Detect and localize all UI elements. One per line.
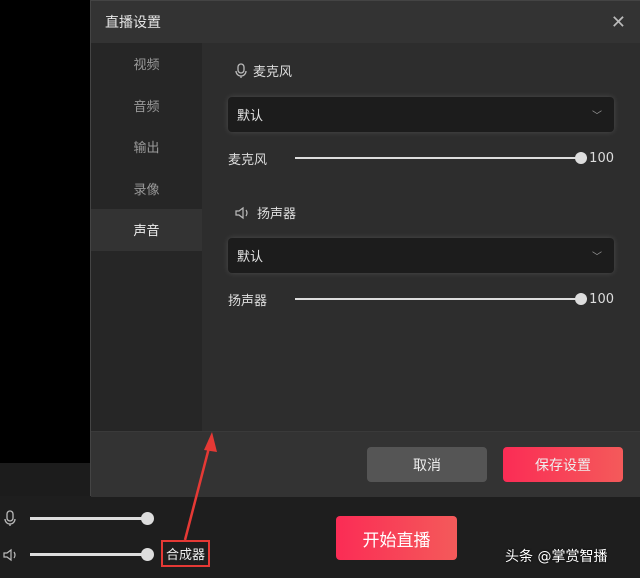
preview-bottom bbox=[0, 463, 92, 497]
dialog-header: 直播设置 ✕ bbox=[91, 1, 640, 43]
microphone-device-select[interactable]: 默认 ﹀ bbox=[228, 97, 614, 132]
speaker-volume-slider[interactable] bbox=[295, 298, 580, 300]
speaker-icon bbox=[235, 206, 248, 219]
chevron-down-icon: ﹀ bbox=[592, 111, 602, 122]
close-icon[interactable]: ✕ bbox=[611, 12, 626, 33]
save-settings-button[interactable]: 保存设置 bbox=[503, 447, 623, 482]
speaker-volume-row: 扬声器 100 bbox=[228, 289, 614, 309]
settings-sidebar: 视频 音频 输出 录像 声音 bbox=[91, 43, 202, 431]
sidebar-item-recording[interactable]: 录像 bbox=[91, 168, 202, 210]
slider-handle[interactable] bbox=[141, 548, 154, 561]
microphone-device-value: 默认 bbox=[237, 109, 264, 124]
dialog-title: 直播设置 bbox=[105, 15, 161, 31]
bottom-speaker-volume-slider[interactable] bbox=[30, 548, 154, 561]
dialog-footer: 取消 保存设置 bbox=[91, 431, 640, 497]
sidebar-item-audio[interactable]: 音频 bbox=[91, 85, 202, 127]
cancel-button[interactable]: 取消 bbox=[367, 447, 487, 482]
speaker-volume-handle[interactable] bbox=[575, 293, 587, 305]
speaker-section-label: 扬声器 bbox=[257, 207, 297, 222]
microphone-volume-slider[interactable] bbox=[295, 157, 580, 159]
sidebar-item-sound[interactable]: 声音 bbox=[91, 209, 202, 251]
bottom-mic-icon bbox=[4, 510, 16, 526]
microphone-volume-label: 麦克风 bbox=[228, 152, 268, 168]
sound-settings: 麦克风 默认 ﹀ 麦克风 100 扬声器 默认 ﹀ 扬声器 100 bbox=[202, 43, 640, 431]
chevron-down-icon: ﹀ bbox=[592, 252, 602, 263]
speaker-device-select[interactable]: 默认 ﹀ bbox=[228, 238, 614, 273]
slider-handle[interactable] bbox=[141, 512, 154, 525]
microphone-volume-row: 麦克风 100 bbox=[228, 148, 614, 168]
microphone-volume-handle[interactable] bbox=[575, 152, 587, 164]
microphone-volume-value: 100 bbox=[589, 150, 614, 166]
watermark: 头条 @掌赏智播 bbox=[505, 549, 608, 565]
sidebar-item-output[interactable]: 输出 bbox=[91, 126, 202, 168]
settings-dialog: 直播设置 ✕ 视频 音频 输出 录像 声音 麦克风 默认 ﹀ 麦克风 100 扬… bbox=[90, 0, 640, 497]
speaker-volume-value: 100 bbox=[589, 291, 614, 307]
speaker-device-value: 默认 bbox=[237, 250, 264, 265]
start-live-button[interactable]: 开始直播 bbox=[336, 516, 457, 560]
mixer-button[interactable]: 合成器 bbox=[161, 540, 211, 567]
speaker-volume-label: 扬声器 bbox=[228, 293, 268, 309]
bottom-speaker-icon bbox=[3, 548, 16, 562]
bottom-mic-volume-slider[interactable] bbox=[30, 512, 154, 525]
microphone-section: 麦克风 bbox=[235, 61, 292, 80]
sidebar-item-video[interactable]: 视频 bbox=[91, 43, 202, 85]
microphone-section-label: 麦克风 bbox=[253, 65, 293, 80]
annotation-arrow bbox=[183, 432, 217, 541]
microphone-icon bbox=[235, 62, 247, 78]
speaker-section: 扬声器 bbox=[235, 203, 296, 222]
